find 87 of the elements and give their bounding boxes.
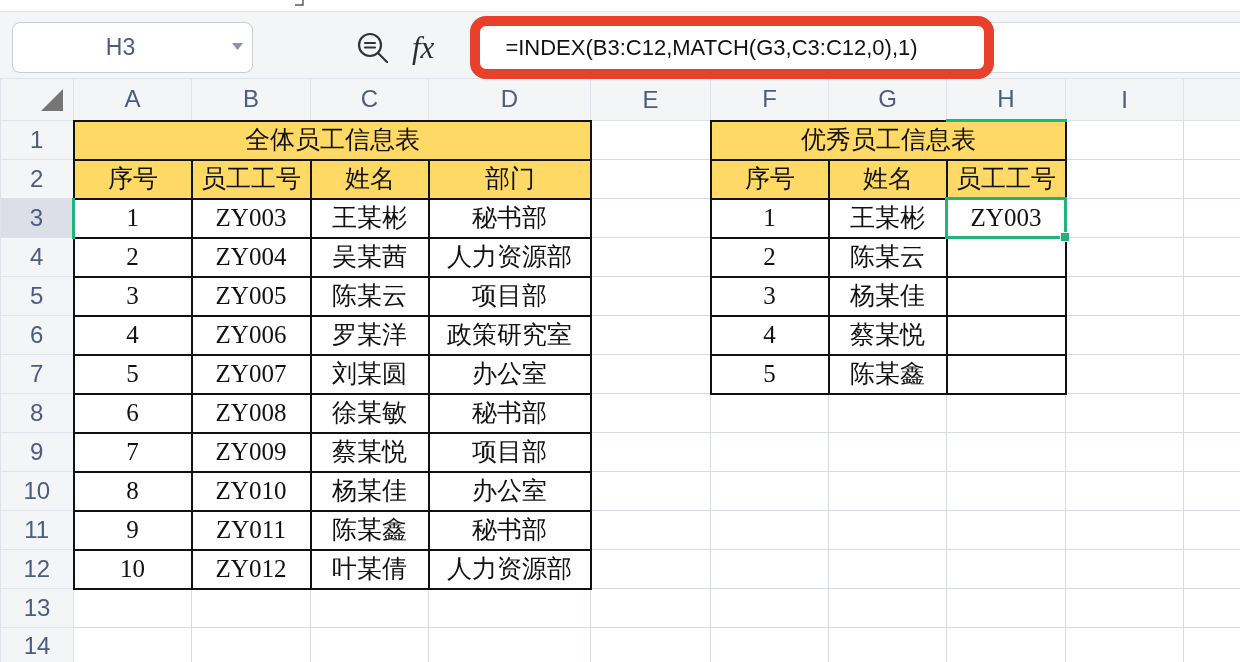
table-cell: 杨某佳 [310,471,429,511]
table-cell: ZY009 [191,432,311,472]
table-cell: 10 [73,549,192,589]
table-cell: 陈某云 [828,237,947,277]
table-cell: 刘某圆 [310,354,429,394]
table-cell: 杨某佳 [828,276,947,316]
name-box[interactable]: H3 [12,22,253,73]
table-cell: 秘书部 [428,393,591,433]
table-cell: ZY006 [191,315,311,355]
table-cell: 人力资源部 [428,237,591,277]
row-header[interactable]: 5 [0,276,74,316]
table-cell: 人力资源部 [428,549,591,589]
table-cell: 罗某洋 [310,315,429,355]
table-cell: 项目部 [428,432,591,472]
row-header[interactable]: 12 [0,549,74,589]
table-cell: 4 [710,315,829,355]
column-header[interactable]: A [73,78,192,121]
table-header: 部门 [428,159,591,199]
table-cell: ZY010 [191,471,311,511]
row-header[interactable]: 3 [0,198,74,238]
row-header[interactable]: 10 [0,471,74,511]
table-header: 员工工号 [191,159,311,199]
table-cell: 吴某茜 [310,237,429,277]
row-header[interactable]: 4 [0,237,74,277]
row-header[interactable]: 13 [0,588,74,628]
table-cell: ZY011 [191,510,311,550]
table-cell: 7 [73,432,192,472]
table-cell: 项目部 [428,276,591,316]
table-cell: 叶某倩 [310,549,429,589]
column-header[interactable]: E [590,78,711,121]
row-header[interactable]: 14 [0,627,74,662]
column-header[interactable]: H [946,78,1066,121]
table-cell: 2 [73,237,192,277]
row-header[interactable]: 9 [0,432,74,472]
column-header[interactable]: C [310,78,429,121]
row-header[interactable]: 1 [0,120,74,160]
table-header: 序号 [73,159,192,199]
row-header[interactable]: 7 [0,354,74,394]
table-cell: 4 [73,315,192,355]
table-header: 序号 [710,159,829,199]
table-cell: 蔡某悦 [310,432,429,472]
table-cell: 蔡某悦 [828,315,947,355]
table-cell: 陈某云 [310,276,429,316]
caret-icon[interactable] [232,43,243,50]
table-cell: 1 [73,198,192,238]
table-cell: ZY003 [191,198,311,238]
table-cell: 陈某鑫 [828,354,947,394]
column-header[interactable]: I [1065,78,1184,121]
table-cell: 1 [710,198,829,238]
table-cell: 9 [73,510,192,550]
row-header[interactable]: 11 [0,510,74,550]
table-cell: 3 [73,276,192,316]
table-cell: 8 [73,471,192,511]
table-cell: 王某彬 [310,198,429,238]
function-button[interactable]: fx [412,32,435,63]
table-cell: 6 [73,393,192,433]
table-cell: 政策研究室 [428,315,591,355]
table-cell: ZY007 [191,354,311,394]
table-cell: 办公室 [428,471,591,511]
table-cell: 秘书部 [428,510,591,550]
table-header: 姓名 [828,159,947,199]
column-header[interactable]: G [828,78,947,121]
table-cell: 秘书部 [428,198,591,238]
corner-mark-icon [294,0,304,6]
row-header[interactable]: 6 [0,315,74,355]
table-cell: 3 [710,276,829,316]
column-header[interactable]: D [428,78,591,121]
row-header[interactable]: 2 [0,159,74,199]
column-header[interactable]: B [191,78,311,121]
table-cell: 2 [710,237,829,277]
table-cell: 陈某鑫 [310,510,429,550]
row-header[interactable]: 8 [0,393,74,433]
table-cell: 5 [73,354,192,394]
table-cell: ZY012 [191,549,311,589]
table-cell: ZY005 [191,276,311,316]
column-header[interactable]: F [710,78,829,121]
table-cell: ZY008 [191,393,311,433]
corner-triangle-icon[interactable] [41,89,63,111]
table-title: 优秀员工信息表 [710,120,1066,160]
table-cell: ZY004 [191,237,311,277]
table-title: 全体员工信息表 [73,120,591,160]
table-cell: 5 [710,354,829,394]
table-header: 姓名 [310,159,429,199]
table-cell: 办公室 [428,354,591,394]
fill-handle-icon[interactable] [1060,232,1070,242]
table-cell: 徐某敏 [310,393,429,433]
magnifier-icon[interactable] [357,32,388,63]
